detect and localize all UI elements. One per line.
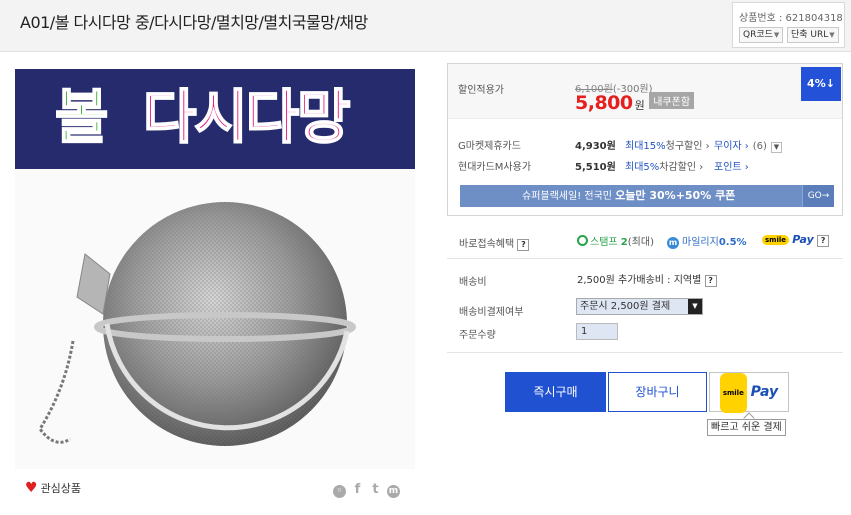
promo-banner[interactable]: 슈퍼블랙세일! 전국민 오늘만 30%+50% 쿠폰 GO→ [460, 185, 834, 207]
help-icon[interactable]: ? [517, 239, 530, 251]
card-benefit-row: G마켓제휴카드 4,930원 최대15%청구할인 › 무이자 › (6) ▼ [458, 137, 834, 153]
heart-icon: ♥ [25, 480, 38, 496]
product-code-box: 상품번호 : 621804318 QR코드▼ 단축 URL▼ [732, 2, 845, 48]
stamp-icon [577, 235, 588, 246]
card-benefit-row: 현대카드M사용가 5,510원 최대5%차감할인 › 포인트 › [458, 158, 834, 173]
shipping-fee: 2,500원 추가배송비 : 지역별 ? [577, 271, 717, 287]
smile-pay-tooltip: 빠르고 쉬운 결제 [707, 419, 786, 436]
chevron-down-icon: ▼ [773, 31, 780, 39]
quantity-input[interactable] [576, 323, 618, 340]
mileage-icon: m [667, 237, 679, 249]
shipping-payment-select[interactable]: 주문시 2,500원 결제 ▼ [576, 298, 703, 315]
smile-pay-benefit: smile Pay ? [762, 233, 830, 247]
share-icons: ◦ f t m [333, 483, 413, 498]
divider [447, 258, 843, 259]
qr-code-button[interactable]: QR코드▼ [739, 27, 784, 43]
favorite-button[interactable]: ♥ 관심상품 [25, 480, 81, 496]
discount-rate-badge: 4%↓ [801, 67, 841, 101]
installment-link[interactable]: 무이자 › (6) ▼ [714, 137, 782, 153]
price-box: 할인적용가 6,100원(-300원) 5,800 원 내쿠폰함 4%↓ G마켓제휴… [447, 63, 843, 216]
divider [447, 352, 843, 353]
benefits-label: 바로접속혜택 ? [459, 235, 530, 251]
smile-pay-logo: smile [762, 235, 790, 245]
shipping-label: 배송비 [459, 277, 487, 288]
help-icon[interactable]: ? [817, 235, 830, 247]
tea-ball-strainer-image [38, 202, 356, 446]
add-to-cart-button[interactable]: 장바구니 [608, 372, 707, 412]
help-icon[interactable]: ? [704, 275, 717, 287]
shipping-payment-label: 배송비결제여부 [459, 307, 524, 318]
product-title: A01/볼 다시다망 중/다시다망/멸치망/멸치국물망/채망 [20, 13, 368, 32]
short-url-button[interactable]: 단축 URL▼ [787, 27, 839, 43]
facebook-icon[interactable]: f [351, 483, 364, 496]
stamp-benefit: 스탬프 2(최대) [577, 233, 654, 248]
quantity-label: 주문수량 [459, 330, 496, 341]
smile-pay-button[interactable]: smile Pay [709, 372, 789, 413]
top-bar: A01/볼 다시다망 중/다시다망/멸치망/멸치국물망/채망 상품번호 : 62… [0, 0, 851, 52]
messenger-icon[interactable]: m [387, 485, 400, 498]
card-discount-link[interactable]: 최대15%청구할인 › [625, 137, 710, 152]
point-link[interactable]: 포인트 › [714, 158, 749, 173]
sale-price: 5,800 원 내쿠폰함 [575, 92, 695, 114]
chevron-down-icon: ▼ [688, 299, 702, 314]
share-icon[interactable]: ◦ [333, 485, 346, 498]
discount-price-label: 할인적용가 [458, 85, 504, 96]
price-header: 할인적용가 6,100원(-300원) 5,800 원 내쿠폰함 4%↓ [448, 64, 842, 119]
card-discount-link[interactable]: 최대5%차감할인 › [625, 158, 703, 173]
twitter-icon[interactable]: t [369, 483, 382, 496]
promo-go-button[interactable]: GO→ [802, 185, 834, 207]
buy-now-button[interactable]: 즉시구매 [505, 372, 606, 412]
chevron-down-icon: ▼ [829, 31, 835, 39]
chevron-down-icon[interactable]: ▼ [770, 142, 782, 153]
product-image: 볼 다시다망 [15, 69, 415, 469]
smile-pay-logo: smile [719, 373, 747, 413]
product-number: 상품번호 : 621804318 [739, 13, 843, 24]
coupon-box-button[interactable]: 내쿠폰함 [649, 92, 695, 109]
mileage-benefit: m 마일리지0.5% [667, 237, 747, 249]
